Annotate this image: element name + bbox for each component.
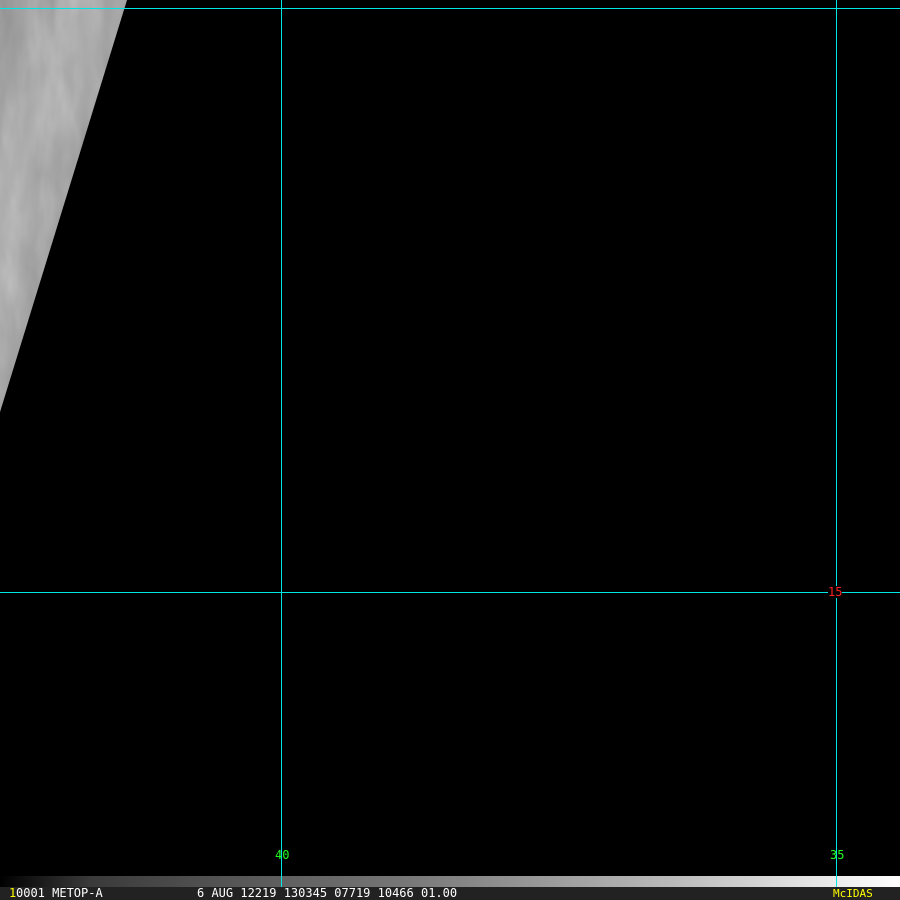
- satellite-image: [0, 0, 900, 887]
- satellite-image-viewer: 40 35 15 1 0001 METOP-A 6 AUG 12219 130345…: [0, 0, 900, 900]
- mcidas-brand: McIDAS: [833, 887, 873, 900]
- image-datetime: 6 AUG 12219 130345 07719 10466 01.00: [197, 886, 458, 900]
- cloud-texture: [0, 0, 127, 412]
- satellite-name: 0001 METOP-A: [16, 886, 103, 900]
- info-bar: 1 0001 METOP-A 6 AUG 12219 130345 07719 10…: [0, 887, 900, 900]
- lat-label-15: 15: [828, 585, 843, 599]
- lon-label-35: 35: [830, 848, 845, 862]
- lon-label-40: 40: [275, 848, 290, 862]
